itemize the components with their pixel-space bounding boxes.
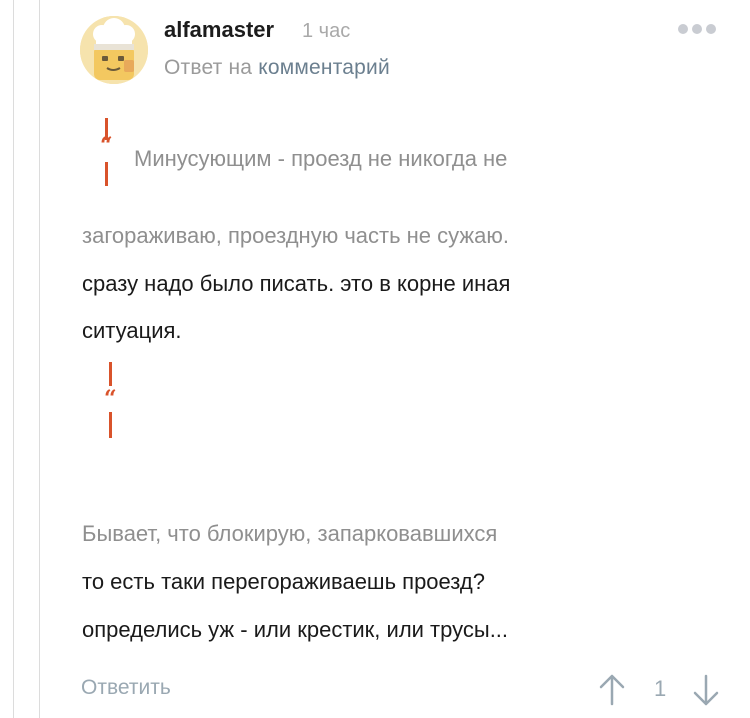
reply-text: сразу надо было писать. это в корне иная [82, 271, 511, 296]
reply-text: определись уж - или крестик, или трусы..… [82, 617, 509, 642]
comment-time: 1 час [302, 20, 351, 42]
more-dots-icon [692, 24, 702, 34]
thread-line [39, 0, 40, 718]
more-dots-icon [678, 24, 688, 34]
quote-mark-icon: “ [104, 362, 118, 440]
author-name[interactable]: alfamaster [164, 17, 274, 43]
arrow-down-icon[interactable] [690, 672, 722, 708]
quote-mark-icon: “ [100, 118, 114, 190]
avatar[interactable] [80, 16, 148, 84]
reply-text: то есть таки перегораживаешь проезд? [82, 569, 485, 594]
quote-text: Минусующим - проезд не никогда не [134, 146, 508, 171]
vote-count: 1 [654, 676, 667, 701]
quote-text: загораживаю, проездную часть не сужаю. [82, 223, 509, 248]
avatar-chef-icon [80, 16, 148, 84]
more-options-button[interactable] [678, 24, 720, 38]
quote-text: Бывает, что блокирую, запарковавшихся [82, 521, 498, 546]
reply-button[interactable]: Ответить [81, 676, 171, 700]
reply-text: ситуация. [82, 318, 182, 343]
reply-to: Ответ на комментарий [164, 56, 390, 80]
reply-prefix: Ответ на [164, 56, 253, 79]
more-dots-icon [706, 24, 716, 34]
reply-link[interactable]: комментарий [258, 56, 390, 79]
arrow-up-icon[interactable] [596, 672, 628, 708]
thread-line [13, 0, 14, 718]
